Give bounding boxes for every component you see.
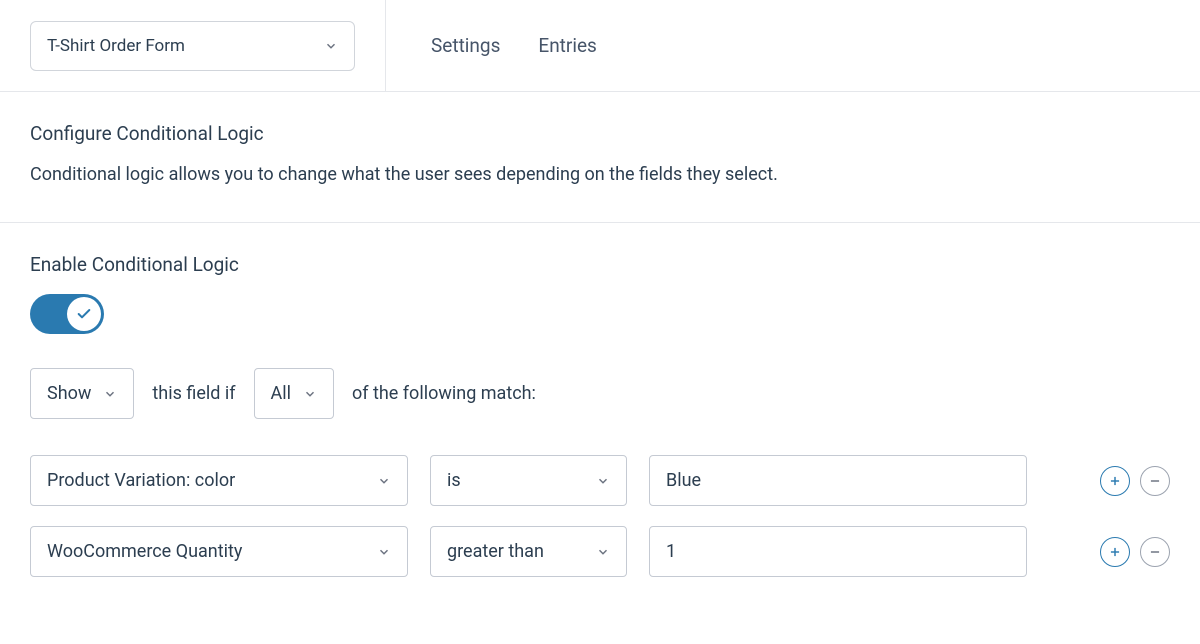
chevron-down-icon (377, 474, 391, 488)
section-title: Configure Conditional Logic (30, 122, 1170, 145)
section-description: Conditional logic allows you to change w… (30, 161, 1170, 188)
condition-row: Product Variation: color is (30, 455, 1170, 506)
tab-settings[interactable]: Settings (431, 34, 500, 57)
rule-text-2: of the following match: (352, 383, 536, 404)
enable-label: Enable Conditional Logic (30, 253, 1170, 276)
row-actions (1100, 537, 1170, 567)
content-area: Enable Conditional Logic Show this field… (0, 223, 1200, 627)
rule-builder: Show this field if All of the following … (30, 368, 1170, 419)
form-selector-wrap: T-Shirt Order Form (0, 0, 386, 91)
condition-operator-select[interactable]: is (430, 455, 627, 506)
condition-operator-select[interactable]: greater than (430, 526, 627, 577)
chevron-down-icon (324, 39, 338, 53)
chevron-down-icon (377, 545, 391, 559)
enable-toggle[interactable] (30, 294, 104, 334)
condition-field-value: WooCommerce Quantity (47, 541, 242, 562)
tab-entries[interactable]: Entries (538, 34, 596, 57)
action-select-value: Show (47, 383, 91, 404)
action-select[interactable]: Show (30, 368, 134, 419)
plus-icon (1108, 474, 1122, 488)
condition-row: WooCommerce Quantity greater than (30, 526, 1170, 577)
condition-field-select[interactable]: Product Variation: color (30, 455, 408, 506)
toggle-thumb (67, 297, 101, 331)
condition-field-select[interactable]: WooCommerce Quantity (30, 526, 408, 577)
check-icon (76, 306, 92, 322)
intro-section: Configure Conditional Logic Conditional … (0, 92, 1200, 223)
match-type-value: All (271, 383, 292, 404)
remove-condition-button[interactable] (1140, 466, 1170, 496)
form-selector-dropdown[interactable]: T-Shirt Order Form (30, 21, 355, 71)
add-condition-button[interactable] (1100, 537, 1130, 567)
form-selector-label: T-Shirt Order Form (47, 36, 185, 56)
chevron-down-icon (103, 387, 117, 401)
condition-value-input[interactable] (649, 455, 1027, 506)
condition-operator-value: greater than (447, 541, 544, 562)
row-actions (1100, 466, 1170, 496)
conditions-list: Product Variation: color is WooCommerce … (30, 455, 1170, 577)
add-condition-button[interactable] (1100, 466, 1130, 496)
chevron-down-icon (596, 545, 610, 559)
condition-value-input[interactable] (649, 526, 1027, 577)
match-type-select[interactable]: All (254, 368, 335, 419)
header-bar: T-Shirt Order Form Settings Entries (0, 0, 1200, 92)
condition-operator-value: is (447, 470, 461, 491)
chevron-down-icon (596, 474, 610, 488)
chevron-down-icon (303, 387, 317, 401)
remove-condition-button[interactable] (1140, 537, 1170, 567)
plus-icon (1108, 545, 1122, 559)
nav-tabs: Settings Entries (386, 34, 597, 57)
condition-field-value: Product Variation: color (47, 470, 235, 491)
minus-icon (1148, 474, 1162, 488)
minus-icon (1148, 545, 1162, 559)
rule-text-1: this field if (152, 383, 235, 404)
